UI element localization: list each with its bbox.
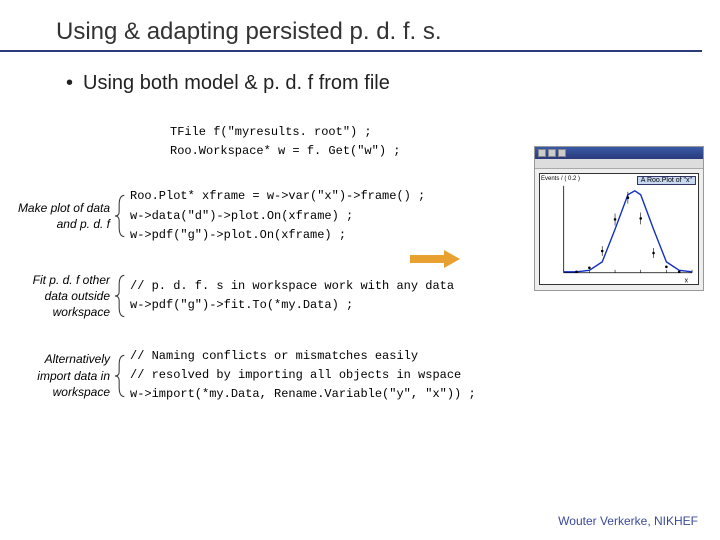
brace-icon <box>110 271 130 321</box>
plot-xlabel: x <box>685 278 689 285</box>
plot-toolbar <box>535 159 703 169</box>
brace-icon <box>110 191 130 241</box>
window-min-icon <box>538 149 546 157</box>
plot-canvas: A Roo.Plot of "x" Events / ( 0.2 ) <box>539 173 699 285</box>
window-max-icon <box>548 149 556 157</box>
plot-titlebar <box>535 147 703 159</box>
label-make-plot: Make plot of data and p. d. f <box>10 200 110 232</box>
plot-svg: x <box>540 174 698 285</box>
bullet-main: Using both model & p. d. f from file <box>0 52 720 95</box>
label-fit-pdf: Fit p. d. f other data outside workspace <box>10 272 110 321</box>
footer-credit: Wouter Verkerke, NIKHEF <box>558 514 698 528</box>
plot-errorbars <box>602 192 653 258</box>
section-import: Alternatively import data in workspace /… <box>0 347 720 405</box>
window-close-icon <box>558 149 566 157</box>
arrow-icon <box>410 250 460 273</box>
page-title: Using & adapting persisted p. d. f. s. <box>0 0 702 52</box>
code-import: // Naming conflicts or mismatches easily… <box>130 347 720 405</box>
brace-icon <box>110 351 130 401</box>
label-import: Alternatively import data in workspace <box>10 351 110 400</box>
plot-window: A Roo.Plot of "x" Events / ( 0.2 ) <box>534 146 704 291</box>
plot-points <box>575 196 680 273</box>
